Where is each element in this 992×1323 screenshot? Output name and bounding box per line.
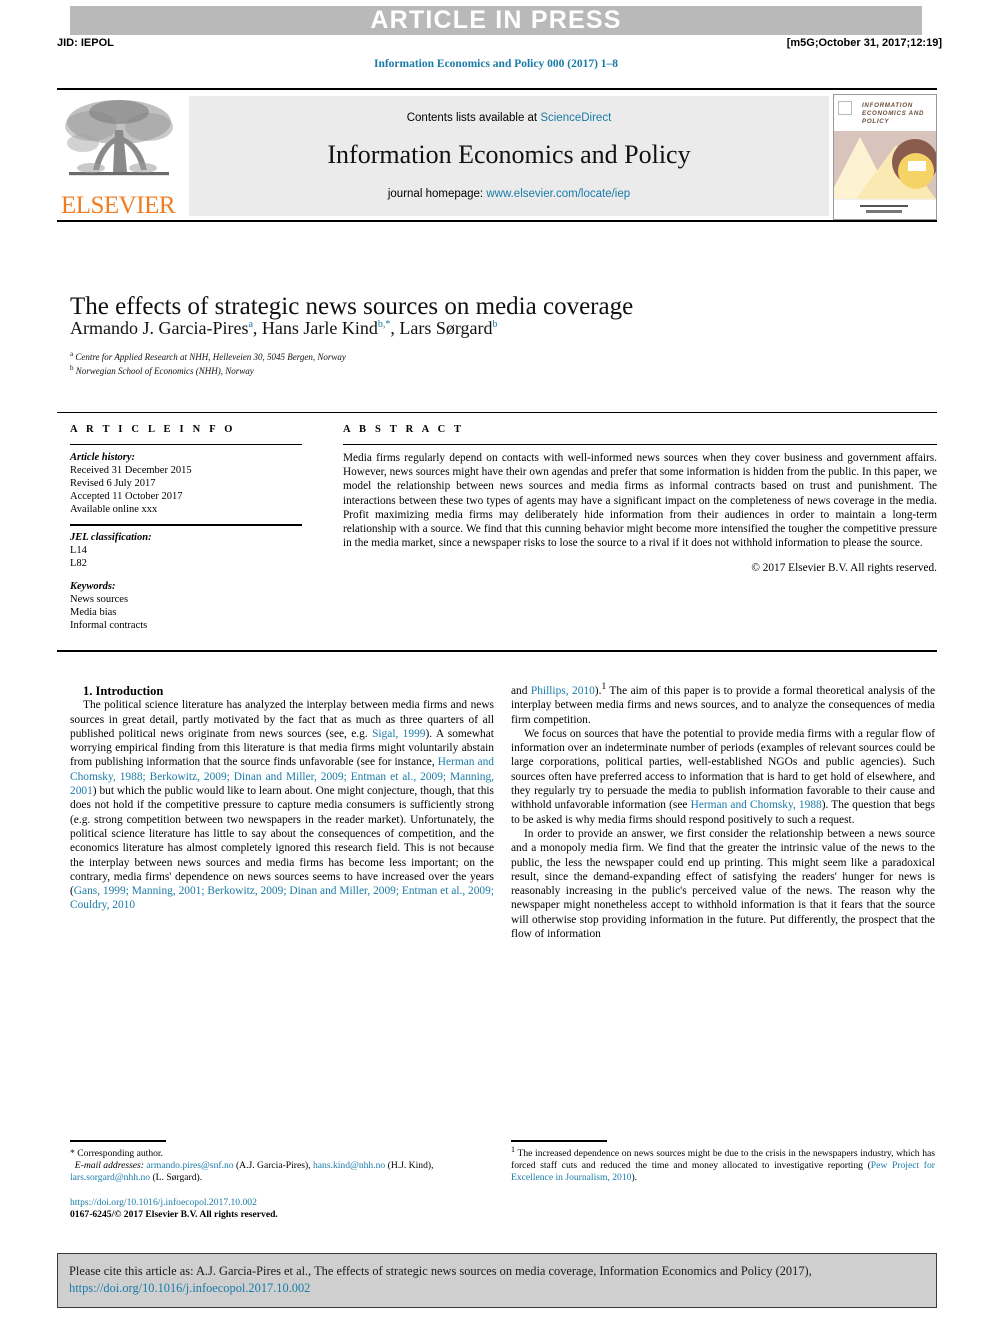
cover-footer-rule xyxy=(860,205,908,207)
elsevier-logo: ELSEVIER xyxy=(57,96,179,220)
email-addresses-note: E-mail addresses: armando.pires@snf.no (… xyxy=(70,1160,494,1185)
journal-id-label: JID: IEPOL xyxy=(57,37,114,49)
elsevier-tree-icon xyxy=(65,100,173,176)
elsevier-wordmark: ELSEVIER xyxy=(60,192,176,219)
journal-cover-thumbnail: INFORMATION ECONOMICS AND POLICY xyxy=(833,94,937,220)
available-online-date: Available online xxx xyxy=(70,504,158,515)
info-block-bottom-rule xyxy=(57,650,937,652)
article-in-press-label: ARTICLE IN PRESS xyxy=(370,6,622,34)
copyright-line: © 2017 Elsevier B.V. All rights reserved… xyxy=(751,562,937,575)
jel-code: L14 xyxy=(70,545,87,556)
jel-rule xyxy=(70,524,302,526)
sciencedirect-link[interactable]: ScienceDirect xyxy=(540,112,611,124)
keywords-label: Keywords: xyxy=(70,581,116,592)
body-paragraph: The political science literature has ana… xyxy=(70,699,494,912)
footnote-rule xyxy=(70,1140,166,1142)
body-column-left: 1. Introduction The political science li… xyxy=(70,684,494,913)
article-info-column: A R T I C L E I N F O Article history: R… xyxy=(70,424,302,632)
received-date: Received 31 December 2015 xyxy=(70,465,192,476)
footnote-rule xyxy=(511,1140,607,1142)
body-column-right: and Phillips, 2010).1 The aim of this pa… xyxy=(511,682,936,941)
abstract-text: Media firms regularly depend on contacts… xyxy=(343,452,937,550)
affiliation-a: a Centre for Applied Research at NHH, He… xyxy=(70,350,346,363)
info-block-top-rule xyxy=(57,412,937,413)
section-heading-introduction: 1. Introduction xyxy=(83,684,164,698)
footnote-1: 1 The increased dependence on news sourc… xyxy=(511,1144,935,1184)
doi-link[interactable]: https://doi.org/10.1016/j.infoecopol.201… xyxy=(70,1197,257,1208)
journal-homepage-label: journal homepage: xyxy=(387,188,487,200)
cite-this-article-box: Please cite this article as: A.J. Garcia… xyxy=(57,1253,937,1308)
cover-footer-mark xyxy=(866,210,902,213)
article-info-heading: A R T I C L E I N F O xyxy=(70,424,236,435)
cover-circle-notch-icon xyxy=(908,161,926,171)
keyword-item: News sources xyxy=(70,594,129,605)
article-history-label: Article history: xyxy=(70,452,136,463)
journal-homepage-line: journal homepage: www.elsevier.com/locat… xyxy=(388,188,630,200)
abstract-rule xyxy=(343,444,937,445)
body-paragraph: and Phillips, 2010).1 The aim of this pa… xyxy=(511,682,936,726)
footnote-block-right: 1 The increased dependence on news sourc… xyxy=(511,1140,935,1185)
affiliation-b: b Norwegian School of Economics (NHH), N… xyxy=(70,364,254,377)
author-list: Armando J. Garcia-Piresa, Hans Jarle Kin… xyxy=(70,318,498,338)
keyword-item: Informal contracts xyxy=(70,620,148,631)
body-paragraph: We focus on sources that have the potent… xyxy=(511,727,935,826)
contents-lists-text: Contents lists available at xyxy=(406,112,541,124)
accepted-date: Accepted 11 October 2017 xyxy=(70,491,183,502)
cover-journal-title: INFORMATION ECONOMICS AND POLICY xyxy=(862,102,925,125)
typesetting-stamp: [m5G;October 31, 2017;12:19] xyxy=(786,37,942,49)
article-in-press-band: ARTICLE IN PRESS xyxy=(70,6,922,35)
cover-publisher-mark-icon xyxy=(838,101,852,115)
abstract-heading: A B S T R A C T xyxy=(343,424,465,435)
abstract-column: A B S T R A C T Media firms regularly de… xyxy=(343,424,937,574)
email-addresses-label: E-mail addresses: xyxy=(74,1159,144,1171)
contents-lists-line: Contents lists available at ScienceDirec… xyxy=(407,112,612,124)
cover-circle-inner-icon xyxy=(898,153,934,189)
article-info-rule xyxy=(70,444,302,445)
journal-title: Information Economics and Policy xyxy=(327,140,691,169)
page-title: The effects of strategic news sources on… xyxy=(70,292,634,320)
body-paragraph: In order to provide an answer, we first … xyxy=(511,827,935,941)
corresponding-author-note: * Corresponding author. xyxy=(70,1147,163,1159)
masthead-center-panel: Contents lists available at ScienceDirec… xyxy=(189,96,829,216)
issn-copyright-line: 0167-6245/© 2017 Elsevier B.V. All right… xyxy=(70,1209,278,1221)
keyword-item: Media bias xyxy=(70,607,117,618)
affiliation-b-text: Norwegian School of Economics (NHH), Nor… xyxy=(75,366,254,376)
jel-classification-label: JEL classification: xyxy=(70,532,152,543)
doi-line: https://doi.org/10.1016/j.infoecopol.201… xyxy=(70,1197,494,1209)
running-head: Information Economics and Policy 000 (20… xyxy=(373,58,619,70)
footnote-block-left: * Corresponding author. E-mail addresses… xyxy=(70,1140,494,1222)
jel-code: L82 xyxy=(70,558,87,569)
journal-masthead: ELSEVIER Contents lists available at Sci… xyxy=(57,88,937,222)
journal-homepage-link[interactable]: www.elsevier.com/locate/iep xyxy=(486,188,630,200)
affiliation-a-text: Centre for Applied Research at NHH, Hell… xyxy=(75,352,346,362)
revised-date: Revised 6 July 2017 xyxy=(70,478,156,489)
